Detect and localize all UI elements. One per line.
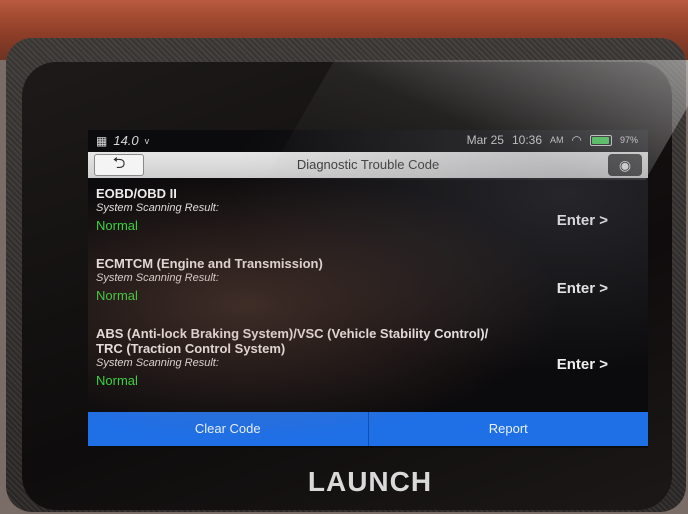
wifi-icon: ◠: [571, 133, 582, 147]
enter-button[interactable]: Enter >: [557, 212, 608, 229]
bottom-action-bar: Clear Code Report: [88, 412, 648, 446]
battery-percent: 97%: [619, 135, 638, 145]
battery-fill: [591, 136, 609, 144]
screen: ▦ 14.0 v Mar 25 10:36 AM ◠ 97% ⮌ Diagnos…: [88, 130, 648, 448]
system-name: ECMTCM (Engine and Transmission): [96, 256, 323, 271]
report-button[interactable]: Report: [369, 412, 649, 446]
title-bar: ⮌ Diagnostic Trouble Code ◉: [88, 152, 648, 178]
camera-icon: ◉: [618, 157, 632, 173]
brand-logo: LAUNCH: [307, 466, 433, 497]
system-item-eobd[interactable]: EOBD/OBD II System Scanning Result: Norm…: [96, 186, 636, 234]
voltage-unit: v: [144, 135, 150, 146]
system-result-label: System Scanning Result:: [96, 272, 219, 284]
calendar-icon: ▦: [96, 133, 108, 148]
system-result-label: System Scanning Result:: [96, 357, 219, 369]
enter-button[interactable]: Enter >: [557, 280, 608, 297]
date: Mar 25: [466, 133, 504, 147]
system-result-label: System Scanning Result:: [96, 202, 219, 214]
enter-button[interactable]: Enter >: [557, 356, 608, 373]
system-item-abs-vsc-trc[interactable]: ABS (Anti-lock Braking System)/VSC (Vehi…: [96, 326, 636, 389]
system-result-status: Normal: [96, 218, 138, 233]
clear-code-button[interactable]: Clear Code: [88, 412, 368, 446]
back-button[interactable]: ⮌: [94, 154, 144, 176]
system-result-status: Normal: [96, 373, 138, 388]
battery-icon: [589, 134, 612, 146]
screenshot-camera-button[interactable]: ◉: [608, 154, 642, 176]
system-name: ABS (Anti-lock Braking System)/VSC (Vehi…: [96, 326, 489, 356]
ampm: AM: [550, 135, 564, 145]
voltage-value: 14.0: [113, 133, 139, 148]
system-name: EOBD/OBD II: [96, 186, 177, 201]
page-title: Diagnostic Trouble Code: [296, 157, 440, 172]
system-item-ecmtcm[interactable]: ECMTCM (Engine and Transmission) System …: [96, 256, 636, 304]
time: 10:36: [511, 133, 542, 147]
system-result-status: Normal: [96, 288, 138, 303]
status-bar: ▦ 14.0 v Mar 25 10:36 AM ◠ 97%: [88, 130, 648, 150]
